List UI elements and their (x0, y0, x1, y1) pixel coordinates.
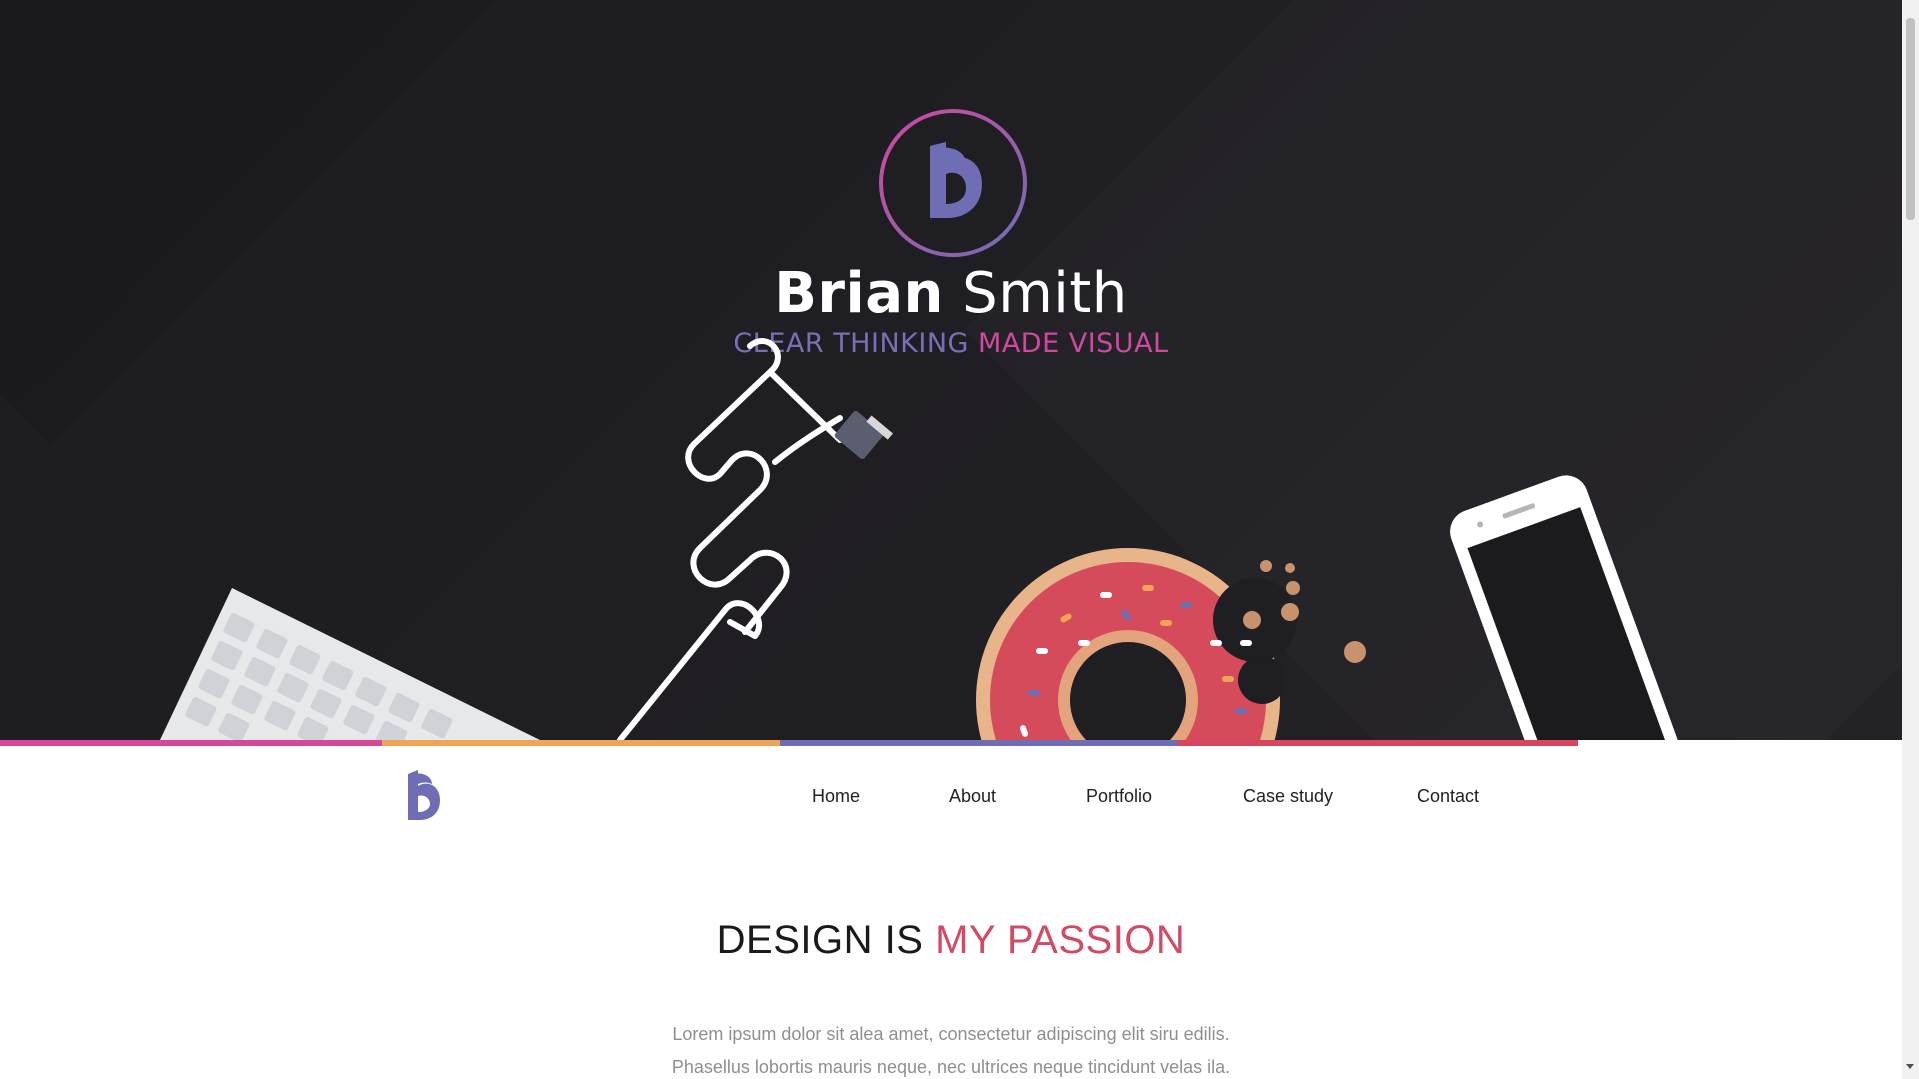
headline-part-1: DESIGN IS (716, 918, 924, 962)
intro-line-2: Phasellus lobortis mauris neque, nec ult… (671, 1057, 1231, 1077)
nav-contact[interactable]: Contact (1417, 780, 1479, 812)
scrollbar-thumb[interactable] (1906, 18, 1915, 220)
keyboard-illustration (160, 588, 540, 740)
nav-case-study[interactable]: Case study (1243, 780, 1333, 812)
nav-home[interactable]: Home (812, 780, 860, 812)
nav-portfolio[interactable]: Portfolio (1086, 780, 1152, 812)
scroll-down-arrow-icon[interactable] (1906, 1064, 1914, 1069)
main-navigation: Home About Portfolio Case study Contact (0, 780, 1902, 812)
intro-line-1: Lorem ipsum dolor sit alea amet, consect… (672, 1024, 1230, 1044)
accent-strip-red (1178, 740, 1578, 746)
accent-strip-orange (382, 740, 780, 746)
page: Brian Smith CLEAR THINKING MADE VISUAL H… (0, 0, 1902, 1079)
intro-paragraph: Lorem ipsum dolor sit alea amet, consect… (0, 1018, 1902, 1079)
nav-about[interactable]: About (949, 780, 996, 812)
vertical-scrollbar[interactable] (1902, 0, 1919, 1079)
headline-part-2: MY PASSION (935, 918, 1186, 962)
hero-illustration (160, 338, 1683, 740)
section-headline: DESIGN IS MY PASSION (0, 912, 1902, 968)
donut-illustration (976, 548, 1366, 740)
accent-strip-pink (0, 740, 382, 746)
smartphone-illustration (1450, 475, 1683, 740)
cable-illustration (617, 338, 843, 740)
accent-strip-purple (780, 740, 1178, 746)
hero-section: Brian Smith CLEAR THINKING MADE VISUAL (0, 0, 1902, 740)
